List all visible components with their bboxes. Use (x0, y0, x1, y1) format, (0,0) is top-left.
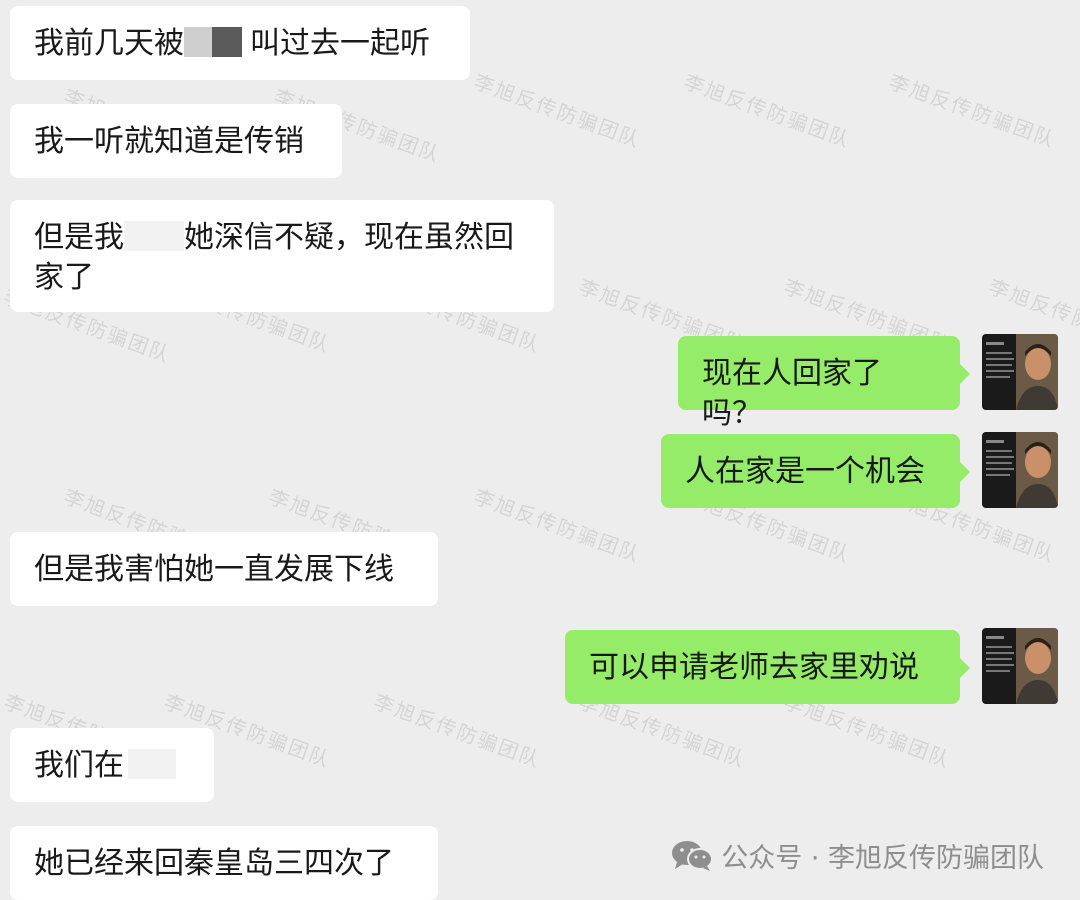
message-bubble-incoming: 她已经来回秦皇岛三四次了 (10, 826, 438, 900)
watermark-text: 李旭反传防骗团队 (680, 69, 855, 153)
watermark-text: 李旭反传防骗团队 (885, 69, 1060, 153)
message-text: 人在家是一个机会 (685, 454, 925, 489)
message-text: 叫过去一起听 (250, 26, 430, 61)
message-bubble-incoming: 我们在 (10, 728, 214, 802)
message-bubble-incoming: 我前几天被 叫过去一起听 (10, 6, 470, 80)
watermark-text: 李旭反传防骗团队 (470, 69, 645, 153)
redaction-block (124, 221, 184, 251)
message-bubble-incoming: 但是我 她深信不疑，现在虽然回 家了 (10, 200, 554, 312)
avatar[interactable] (982, 334, 1058, 410)
message-text: 但是我 (34, 220, 124, 255)
message-text: 她已经来回秦皇岛三四次了 (34, 846, 394, 881)
message-text: 她深信不疑，现在虽然回 (184, 220, 514, 255)
message-bubble-outgoing: 可以申请老师去家里劝说 (565, 630, 970, 704)
redaction-block (184, 27, 212, 57)
avatar-image (982, 628, 1058, 704)
avatar[interactable] (982, 628, 1058, 704)
message-text: 现在人回家了吗？ (702, 356, 882, 431)
message-bubble-incoming: 但是我害怕她一直发展下线 (10, 532, 438, 606)
message-text: 我一听就知道是传销 (34, 124, 304, 159)
footer-label: 公众号 · 李旭反传防骗团队 (721, 843, 1044, 874)
watermark-text: 李旭反传防骗团队 (370, 689, 545, 773)
message-bubble-incoming: 我一听就知道是传销 (10, 104, 342, 178)
avatar[interactable] (982, 432, 1058, 508)
redaction-block (212, 27, 242, 57)
avatar-image (982, 432, 1058, 508)
message-text: 我前几天被 (34, 26, 184, 61)
message-text: 家了 (34, 260, 94, 295)
wechat-icon (672, 840, 714, 871)
message-text: 但是我害怕她一直发展下线 (34, 552, 394, 587)
redaction-block (128, 749, 176, 779)
message-text: 我们在 (34, 748, 124, 783)
message-text: 可以申请老师去家里劝说 (589, 650, 919, 685)
message-bubble-outgoing: 现在人回家了吗？ (678, 336, 970, 431)
watermark-text: 李旭反传防骗团队 (470, 484, 645, 568)
avatar-image (982, 334, 1058, 410)
message-bubble-outgoing: 人在家是一个机会 (661, 434, 970, 508)
official-account-footer: 公众号 · 李旭反传防骗团队 (671, 836, 1044, 875)
